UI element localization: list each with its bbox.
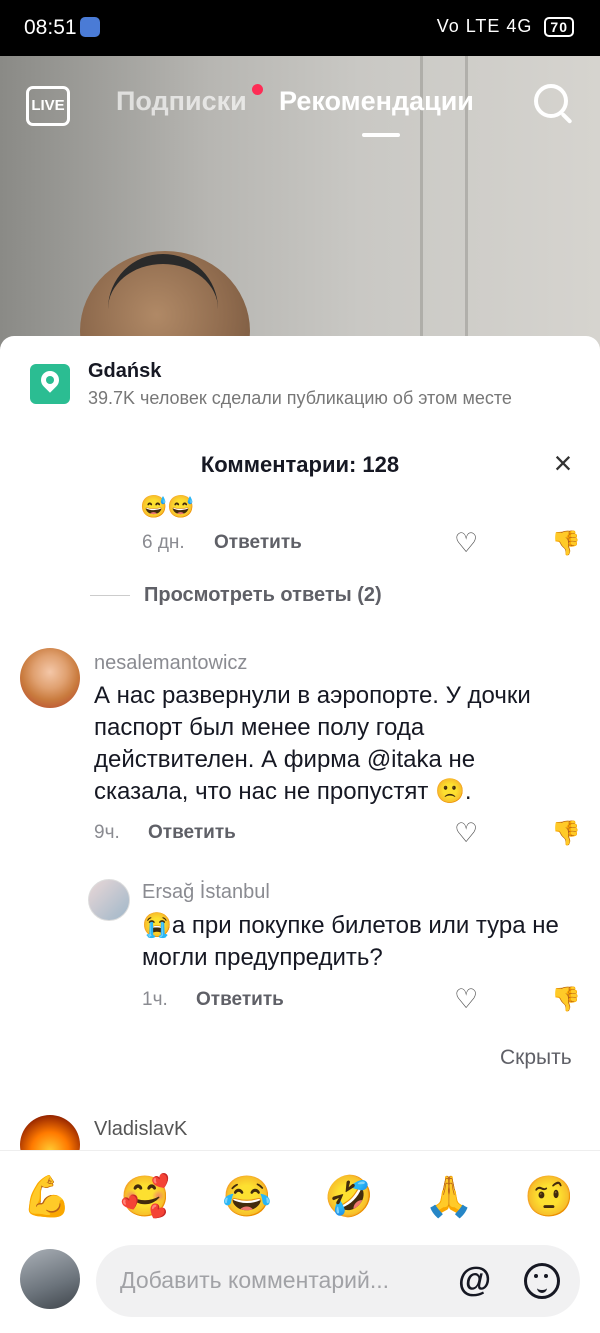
comment-username[interactable]: VladislavK: [94, 1118, 187, 1141]
heart-icon[interactable]: ♡: [454, 820, 478, 847]
comment-line: А нас развернули в аэропорте. У дочки: [94, 682, 531, 709]
dislike-icon[interactable]: 👎: [551, 820, 581, 847]
reply-button[interactable]: Ответить: [214, 532, 302, 554]
avatar[interactable]: [20, 648, 80, 708]
settings-icon: [80, 17, 100, 37]
mention-icon[interactable]: @: [458, 1261, 491, 1300]
reply-text: 😭а при покупке билетов или тура не могли…: [142, 910, 559, 974]
comment-line: сказала, что нас не пропустят 🙁.: [94, 778, 472, 805]
heart-icon[interactable]: ♡: [454, 530, 478, 557]
user-avatar[interactable]: [20, 1249, 80, 1309]
reply-button[interactable]: Ответить: [196, 989, 284, 1011]
notification-dot: [252, 84, 263, 95]
avatar[interactable]: [88, 879, 130, 921]
status-bar: 08:51 Vo LTE 4G 70: [0, 0, 600, 56]
comments-count-title: Комментарии: 128: [200, 452, 400, 477]
comment-line: паспорт был менее полу года: [94, 714, 425, 741]
signal-text: Vo LTE 4G: [436, 16, 533, 36]
reply-username[interactable]: Ersağ İstanbul: [142, 881, 270, 904]
location-pin-icon[interactable]: [30, 364, 70, 404]
tab-following[interactable]: Подписки: [116, 86, 247, 117]
reply-button[interactable]: Ответить: [148, 822, 236, 844]
reply-line: 😭а при покупке билетов или тура не: [142, 912, 559, 939]
comment-line: действителен. А фирма @itaka не: [94, 746, 476, 773]
prev-comment-time: 6 дн.: [142, 532, 185, 553]
heart-icon[interactable]: ♡: [454, 986, 478, 1013]
active-tab-indicator: [362, 133, 400, 137]
replies-divider: [90, 595, 130, 596]
status-time: 08:51: [24, 16, 77, 39]
comment-username[interactable]: nesalemantowicz: [94, 652, 247, 675]
emoji-folded-hands[interactable]: 🙏: [424, 1173, 474, 1220]
hide-replies-button[interactable]: Скрыть: [500, 1046, 572, 1070]
comment-text: А нас развернули в аэропорте. У дочки па…: [94, 680, 531, 808]
comment-time: 9ч.: [94, 822, 120, 843]
status-right: Vo LTE 4G 70: [437, 16, 574, 37]
emoji-flexed-biceps[interactable]: 💪: [22, 1173, 72, 1220]
dislike-icon[interactable]: 👎: [551, 986, 581, 1013]
emoji-picker-icon[interactable]: [524, 1263, 560, 1299]
dislike-icon[interactable]: 👎: [551, 530, 581, 557]
emoji-smiling-hearts[interactable]: 🥰: [120, 1173, 170, 1220]
live-icon[interactable]: LIVE: [26, 86, 70, 126]
reply-line: могли предупредить?: [142, 944, 383, 971]
emoji-rolling-laughing[interactable]: 🤣: [324, 1173, 374, 1220]
view-replies-button[interactable]: Просмотреть ответы (2): [144, 584, 382, 607]
tab-for-you[interactable]: Рекомендации: [279, 86, 474, 117]
place-subtitle: 39.7K человек сделали публикацию об этом…: [88, 388, 512, 408]
emoji-raised-eyebrow[interactable]: 🤨: [524, 1173, 574, 1220]
comment-input[interactable]: Добавить комментарий... @: [96, 1245, 580, 1317]
search-icon[interactable]: [534, 84, 568, 118]
top-navigation: LIVE Подписки Рекомендации: [0, 56, 600, 156]
emoji-tears-of-joy[interactable]: 😂: [222, 1173, 272, 1220]
place-name[interactable]: Gdańsk: [88, 360, 161, 383]
comment-composer: 💪 🥰 😂 🤣 🙏 🤨 Добавить комментарий... @: [0, 1150, 600, 1333]
battery-icon: 70: [544, 17, 574, 37]
reply-time: 1ч.: [142, 989, 168, 1010]
close-icon[interactable]: ×: [548, 447, 578, 479]
comment-placeholder[interactable]: Добавить комментарий...: [120, 1267, 389, 1294]
prev-comment-emoji: 😅😅: [140, 494, 195, 519]
